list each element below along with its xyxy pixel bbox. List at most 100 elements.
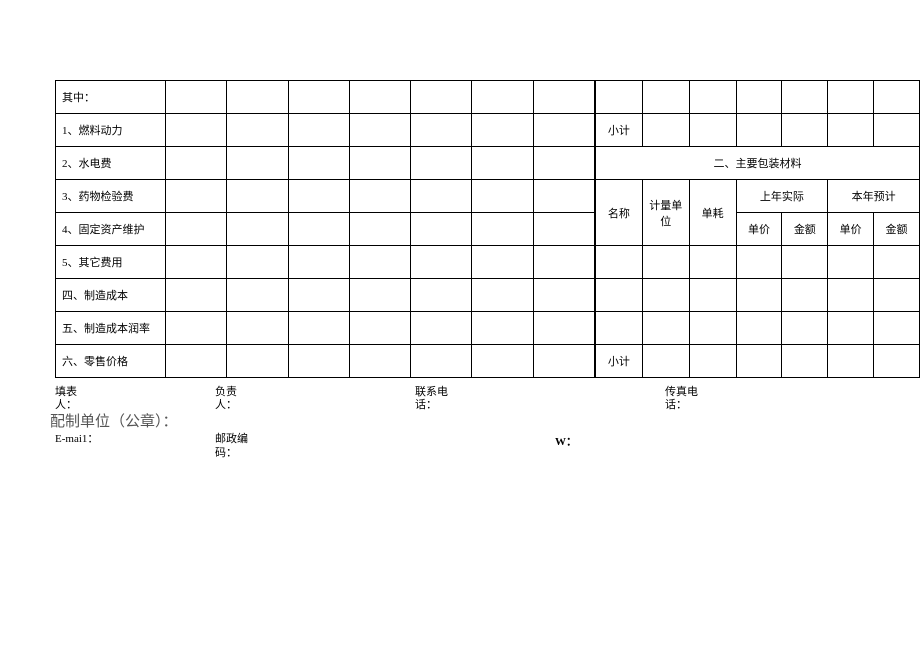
cell (166, 279, 227, 312)
col-lastyear: 上年实际 (736, 180, 828, 213)
resp-label: 负责 人： (215, 386, 415, 412)
row-label: 1、燃料动力 (56, 114, 166, 147)
table-row: 其中： (56, 81, 595, 114)
cell (472, 114, 533, 147)
table-row: 六、零售价格 (56, 345, 595, 378)
right-table: 小计 二、主要包装材料 名称 计量单位 单耗 上年实际 本年预计 单价 金额 单… (595, 80, 920, 378)
cell (828, 81, 874, 114)
cell (288, 180, 349, 213)
table-row (596, 81, 920, 114)
cell (288, 81, 349, 114)
cell (227, 180, 288, 213)
col-amount: 金额 (874, 213, 920, 246)
cell (288, 147, 349, 180)
table-row: 五、制造成本润率 (56, 312, 595, 345)
cell (874, 114, 920, 147)
table-row: 1、燃料动力 (56, 114, 595, 147)
cell (411, 246, 472, 279)
phone-line1: 联系电 (415, 386, 665, 399)
cell (288, 312, 349, 345)
cell (411, 81, 472, 114)
cell (166, 81, 227, 114)
table-row: 3、药物检验费 (56, 180, 595, 213)
cell (349, 180, 410, 213)
subtotal-label: 小计 (596, 345, 643, 378)
cell (472, 180, 533, 213)
cell (533, 312, 594, 345)
cell (874, 345, 920, 378)
cell (782, 114, 828, 147)
col-name: 名称 (596, 180, 643, 246)
cell (874, 246, 920, 279)
cell (533, 246, 594, 279)
cell (782, 246, 828, 279)
row-label: 3、药物检验费 (56, 180, 166, 213)
table-row: 名称 计量单位 单耗 上年实际 本年预计 (596, 180, 920, 213)
row-label: 其中： (56, 81, 166, 114)
cell (596, 279, 643, 312)
cell (596, 246, 643, 279)
cell (349, 147, 410, 180)
cell (828, 312, 874, 345)
cell (642, 81, 689, 114)
cell (227, 345, 288, 378)
footer-row-1: 填表 人： 负责 人： 联系电 话： 传真电 话： (55, 386, 865, 412)
table-row: 5、其它费用 (56, 246, 595, 279)
cell (736, 114, 782, 147)
cell (288, 246, 349, 279)
cell (689, 114, 736, 147)
cell (349, 246, 410, 279)
cell (227, 114, 288, 147)
cell (166, 345, 227, 378)
cell (227, 312, 288, 345)
cell (288, 114, 349, 147)
cell (472, 81, 533, 114)
postal-label: 邮政编 码： (215, 433, 415, 459)
cell (736, 246, 782, 279)
cell (689, 279, 736, 312)
cell (166, 246, 227, 279)
row-label: 五、制造成本润率 (56, 312, 166, 345)
tables-area: 其中： 1、燃料动力 2、水电费 3、药物检验费 4、固定资产维护 5、其它费用… (55, 80, 865, 378)
cell (472, 312, 533, 345)
cell (782, 312, 828, 345)
email-label: E-mai1： (55, 433, 215, 459)
cell (689, 81, 736, 114)
cell (411, 180, 472, 213)
filler-label: 填表 人： (55, 386, 215, 412)
cell (828, 246, 874, 279)
col-consume: 单耗 (689, 180, 736, 246)
cell (227, 213, 288, 246)
row-label: 六、零售价格 (56, 345, 166, 378)
cell (166, 213, 227, 246)
cell (411, 114, 472, 147)
row-label: 4、固定资产维护 (56, 213, 166, 246)
section-title: 二、主要包装材料 (596, 147, 920, 180)
cell (736, 279, 782, 312)
resp-line2: 人： (215, 399, 415, 412)
cell (642, 312, 689, 345)
table-row (596, 312, 920, 345)
org-seal-label: 配制单位（公章）： (50, 410, 865, 431)
cell (288, 345, 349, 378)
cell (166, 114, 227, 147)
cell (782, 279, 828, 312)
cell (533, 147, 594, 180)
cell (874, 312, 920, 345)
table-row: 四、制造成本 (56, 279, 595, 312)
table-row: 4、固定资产维护 (56, 213, 595, 246)
cell (689, 345, 736, 378)
phone-line2: 话： (415, 399, 665, 412)
post-line2: 码： (215, 447, 415, 460)
post-line1: 邮政编 (215, 433, 415, 446)
cell (166, 180, 227, 213)
cell (828, 114, 874, 147)
cell (874, 81, 920, 114)
filler-line1: 填表 (55, 386, 215, 399)
cell (349, 312, 410, 345)
cell (349, 213, 410, 246)
table-row: 二、主要包装材料 (596, 147, 920, 180)
cell (689, 312, 736, 345)
cell (411, 213, 472, 246)
cell (411, 345, 472, 378)
